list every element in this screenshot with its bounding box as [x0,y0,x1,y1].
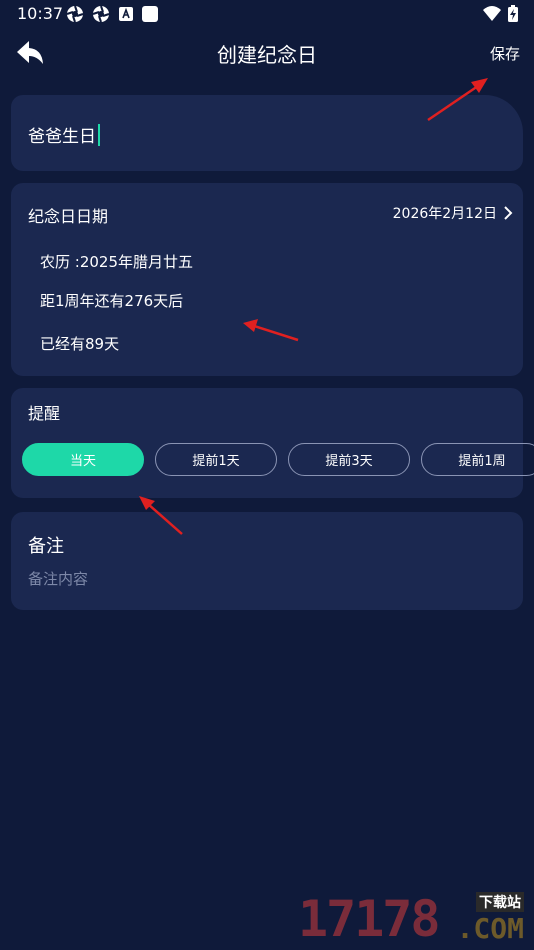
watermark-domain: .COM [456,912,524,945]
annotation-arrow-reminder [139,496,183,535]
annotation-arrow-dates [243,319,299,342]
watermark-number: 17178 [298,890,441,948]
annotation-arrows [139,78,488,535]
annotation-arrow-save [427,78,488,122]
site-watermark-logo: 17178 下载站 .COM [298,888,528,948]
watermark-site-label: 下载站 [476,892,524,912]
